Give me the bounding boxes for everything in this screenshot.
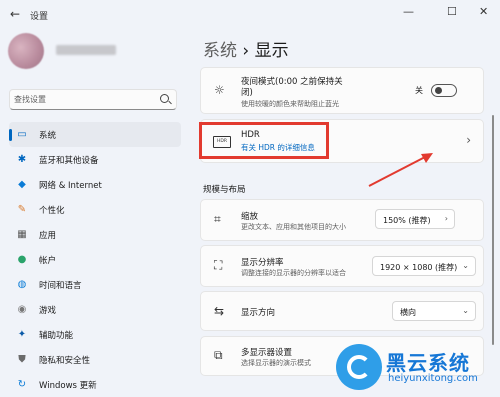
- night-light-toggle[interactable]: [431, 84, 457, 97]
- search-box[interactable]: [9, 89, 177, 110]
- apps-icon: ▦: [17, 229, 27, 240]
- resolution-title: 显示分辨率: [241, 258, 284, 268]
- orientation-dropdown[interactable]: 横向 ⌄: [392, 301, 476, 321]
- sidebar-item-privacy[interactable]: ⛊ 隐私和安全性: [9, 347, 181, 372]
- window-title: 设置: [30, 12, 49, 22]
- sidebar-item-label: 帐户: [39, 255, 57, 266]
- sidebar-item-personalization[interactable]: ✎ 个性化: [9, 197, 181, 222]
- multi-display-desc: 选择显示器的演示模式: [241, 359, 311, 367]
- night-light-title: 夜间模式(0:00 之前保持关: [241, 77, 343, 87]
- account-icon: ●: [17, 254, 27, 265]
- breadcrumb-parent[interactable]: 系统: [203, 41, 237, 61]
- scale-value: 150% (推荐): [383, 216, 431, 225]
- search-icon[interactable]: [160, 94, 169, 103]
- sidebar-item-system[interactable]: ▭ 系统: [9, 122, 181, 147]
- scale-dropdown[interactable]: 150% (推荐) ›: [375, 209, 455, 229]
- sidebar-item-label: 应用: [39, 230, 57, 241]
- sidebar-item-accounts[interactable]: ● 帐户: [9, 247, 181, 272]
- scale-title: 缩放: [241, 212, 259, 222]
- resolution-dropdown[interactable]: 1920 × 1080 (推荐) ⌄: [372, 256, 476, 276]
- night-light-title-line2: 闭): [241, 88, 253, 98]
- watermark: 黑云系统 heiyunxitong.com: [336, 344, 496, 392]
- sidebar-item-label: 蓝牙和其他设备: [39, 155, 99, 166]
- chevron-down-icon: ⌄: [462, 261, 469, 270]
- annotation-highlight-box: [199, 122, 329, 159]
- section-title-scale-layout: 规模与布局: [203, 185, 246, 195]
- toggle-knob: [435, 87, 442, 94]
- sidebar-item-apps[interactable]: ▦ 应用: [9, 222, 181, 247]
- sidebar-item-bluetooth[interactable]: ✱ 蓝牙和其他设备: [9, 147, 181, 172]
- orientation-value: 横向: [400, 308, 416, 317]
- sun-icon: ☼: [214, 83, 225, 97]
- breadcrumb: 系统 › 显示: [203, 36, 289, 61]
- bluetooth-icon: ✱: [17, 154, 27, 165]
- title-bar: ← 设置 — ☐ ✕: [0, 0, 500, 30]
- multi-display-icon: ⧉: [214, 348, 223, 362]
- watermark-brand: 黑云系统: [386, 351, 470, 375]
- user-name-blurred: [56, 45, 116, 55]
- sidebar-item-label: 隐私和安全性: [39, 355, 91, 366]
- resolution-icon: ⛶: [214, 258, 223, 272]
- scrollbar[interactable]: [492, 115, 494, 345]
- sidebar-item-windows-update[interactable]: ↻ Windows 更新: [9, 372, 181, 397]
- page-title: 显示: [254, 41, 289, 61]
- sidebar-item-accessibility[interactable]: ✦ 辅助功能: [9, 322, 181, 347]
- chevron-right-icon: ›: [466, 133, 471, 147]
- minimize-button[interactable]: —: [403, 5, 414, 18]
- night-light-state: 关: [415, 86, 423, 95]
- scale-desc: 更改文本、应用和其他项目的大小: [241, 223, 346, 231]
- resolution-desc: 调整连接的显示器的分辨率以适合: [241, 269, 346, 277]
- chevron-down-icon: ⌄: [462, 306, 469, 315]
- close-button[interactable]: ✕: [479, 5, 488, 18]
- update-icon: ↻: [17, 379, 27, 390]
- maximize-button[interactable]: ☐: [447, 5, 457, 18]
- night-light-desc: 使用较暖的颜色来帮助阻止蓝光: [241, 100, 339, 108]
- chevron-right-icon: ›: [444, 214, 448, 223]
- sidebar-item-label: 时间和语言: [39, 280, 82, 291]
- sidebar-item-label: 游戏: [39, 305, 57, 316]
- sidebar-item-time-language[interactable]: ◍ 时间和语言: [9, 272, 181, 297]
- wifi-icon: ◆: [18, 179, 26, 190]
- shield-icon: ⛊: [18, 354, 26, 365]
- sidebar-item-label: Windows 更新: [39, 380, 97, 391]
- brush-icon: ✎: [17, 204, 27, 215]
- sidebar-item-label: 系统: [39, 130, 57, 141]
- orientation-icon: ⇆: [214, 304, 225, 318]
- gamepad-icon: ◉: [17, 304, 27, 315]
- watermark-logo: [336, 344, 382, 390]
- resolution-value: 1920 × 1080 (推荐): [380, 263, 458, 272]
- sidebar-nav: ▭ 系统 ✱ 蓝牙和其他设备 ◆ 网络 & Internet ✎ 个性化 ▦ 应用 ● 帐户…: [9, 122, 181, 397]
- multi-display-title: 多显示器设置: [241, 348, 293, 358]
- breadcrumb-separator: ›: [237, 41, 255, 61]
- sidebar-item-label: 辅助功能: [39, 330, 74, 341]
- sidebar-item-network[interactable]: ◆ 网络 & Internet: [9, 172, 181, 197]
- watermark-url: heiyunxitong.com: [388, 373, 478, 384]
- scale-icon: ⌗: [214, 212, 221, 226]
- back-button[interactable]: ←: [10, 7, 20, 21]
- sidebar-item-label: 网络 & Internet: [39, 180, 102, 191]
- search-input[interactable]: [14, 93, 144, 106]
- sidebar-item-label: 个性化: [39, 205, 65, 216]
- sidebar-item-gaming[interactable]: ◉ 游戏: [9, 297, 181, 322]
- orientation-title: 显示方向: [241, 308, 276, 318]
- annotation-arrow: [368, 153, 433, 187]
- avatar[interactable]: [8, 33, 44, 69]
- monitor-icon: ▭: [17, 129, 27, 140]
- accessibility-icon: ✦: [17, 329, 27, 340]
- globe-clock-icon: ◍: [17, 279, 27, 290]
